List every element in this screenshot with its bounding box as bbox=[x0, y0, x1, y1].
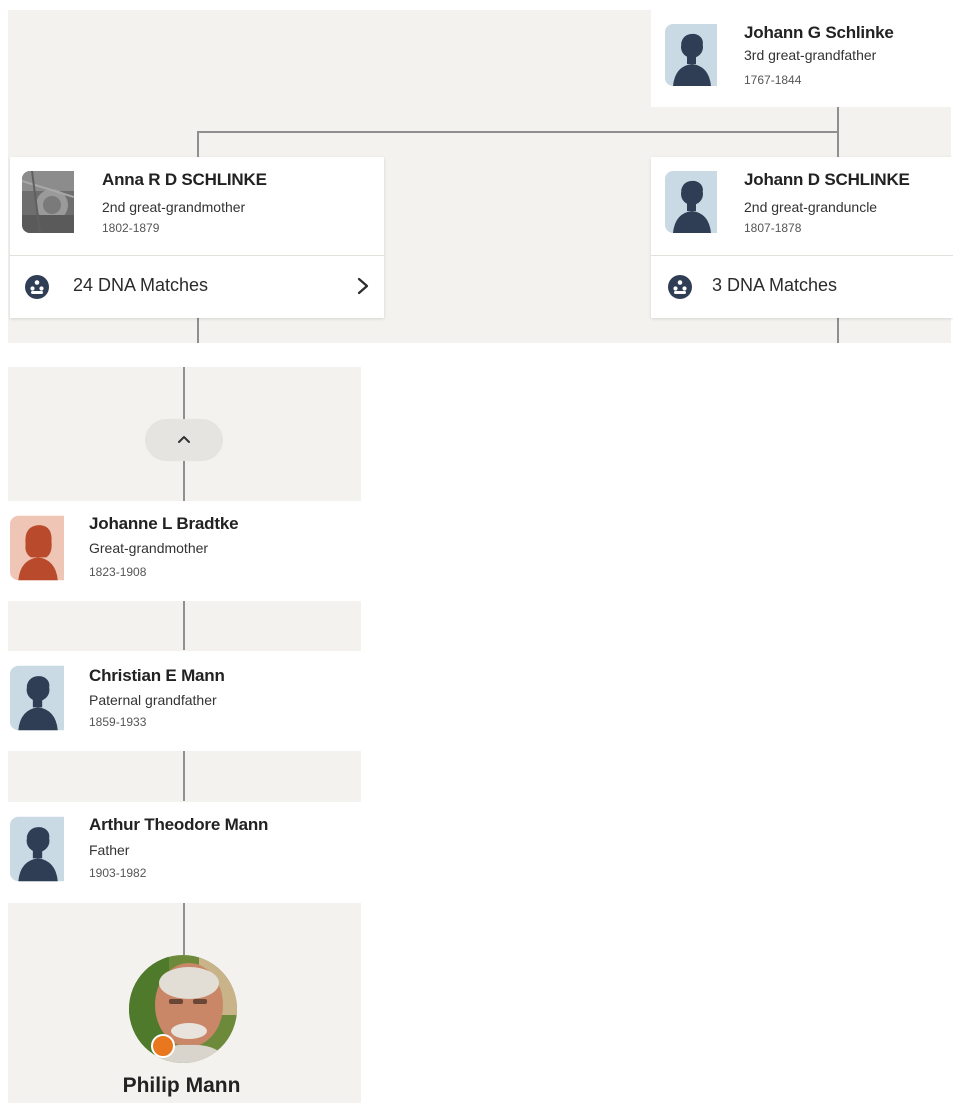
person-dates: 1903-1982 bbox=[89, 866, 147, 880]
connector-line bbox=[837, 131, 839, 157]
person-relationship: Father bbox=[89, 842, 130, 858]
dna-matches-label: 24 DNA Matches bbox=[73, 275, 209, 295]
dna-matches-link[interactable]: 3 DNA Matches bbox=[651, 255, 953, 318]
connector-line bbox=[183, 367, 185, 419]
male-silhouette-icon bbox=[10, 816, 64, 882]
person-relationship: 3rd great-grandfather bbox=[744, 47, 877, 63]
connector-line bbox=[197, 131, 199, 157]
collapse-button[interactable] bbox=[145, 419, 223, 461]
person-dates: 1802-1879 bbox=[102, 221, 160, 235]
connector-line bbox=[183, 903, 185, 955]
photo-thumbnail bbox=[22, 171, 74, 233]
male-silhouette-icon bbox=[665, 24, 717, 86]
chevron-right-icon bbox=[356, 274, 370, 298]
person-name: Christian E Mann bbox=[89, 666, 225, 685]
person-relationship: Great-grandmother bbox=[89, 540, 209, 556]
dna-matches-icon bbox=[25, 275, 49, 299]
person-card-johann-d-schlinke[interactable]: Johann D SCHLINKE 2nd great-granduncle 1… bbox=[651, 157, 953, 318]
connector-line bbox=[837, 318, 839, 343]
dna-matches-label: 3 DNA Matches bbox=[712, 275, 838, 295]
home-person-badge-icon bbox=[151, 1034, 175, 1058]
person-relationship: Paternal grandfather bbox=[89, 692, 217, 708]
person-card-anna-schlinke[interactable]: Anna R D SCHLINKE 2nd great-grandmother … bbox=[10, 157, 384, 318]
person-relationship: 2nd great-granduncle bbox=[744, 199, 878, 215]
male-silhouette-icon bbox=[665, 171, 717, 233]
connector-line bbox=[837, 106, 839, 132]
person-card-christian-mann[interactable]: Christian E Mann Paternal grandfather 18… bbox=[8, 651, 361, 751]
person-dates: 1859-1933 bbox=[89, 715, 147, 729]
connector-line bbox=[183, 601, 185, 650]
person-dates: 1823-1908 bbox=[89, 565, 147, 579]
chevron-up-icon bbox=[178, 436, 190, 443]
person-relationship: 2nd great-grandmother bbox=[102, 199, 246, 215]
female-silhouette-icon bbox=[10, 515, 64, 581]
connector-line bbox=[197, 318, 199, 343]
person-dates: 1767-1844 bbox=[744, 73, 802, 87]
person-name: Arthur Theodore Mann bbox=[89, 815, 269, 834]
home-person-name: Philip Mann bbox=[122, 1074, 241, 1097]
connector-line bbox=[197, 131, 839, 133]
person-card-ancestor[interactable]: Johann G Schlinke 3rd great-grandfather … bbox=[651, 10, 953, 107]
person-name: Johann G Schlinke bbox=[744, 23, 894, 42]
person-name: Johann D SCHLINKE bbox=[744, 170, 910, 189]
person-name: Johanne L Bradtke bbox=[89, 514, 239, 533]
connector-line bbox=[183, 751, 185, 801]
profile-photo[interactable] bbox=[129, 955, 237, 1063]
male-silhouette-icon bbox=[10, 665, 64, 731]
person-card-johanne-bradtke[interactable]: Johanne L Bradtke Great-grandmother 1823… bbox=[8, 501, 361, 601]
person-name: Anna R D SCHLINKE bbox=[102, 170, 267, 189]
connector-line bbox=[183, 461, 185, 501]
person-dates: 1807-1878 bbox=[744, 221, 802, 235]
dna-matches-link[interactable]: 24 DNA Matches bbox=[10, 255, 384, 318]
person-card-arthur-mann[interactable]: Arthur Theodore Mann Father 1903-1982 bbox=[8, 802, 361, 903]
dna-matches-icon bbox=[668, 275, 692, 299]
